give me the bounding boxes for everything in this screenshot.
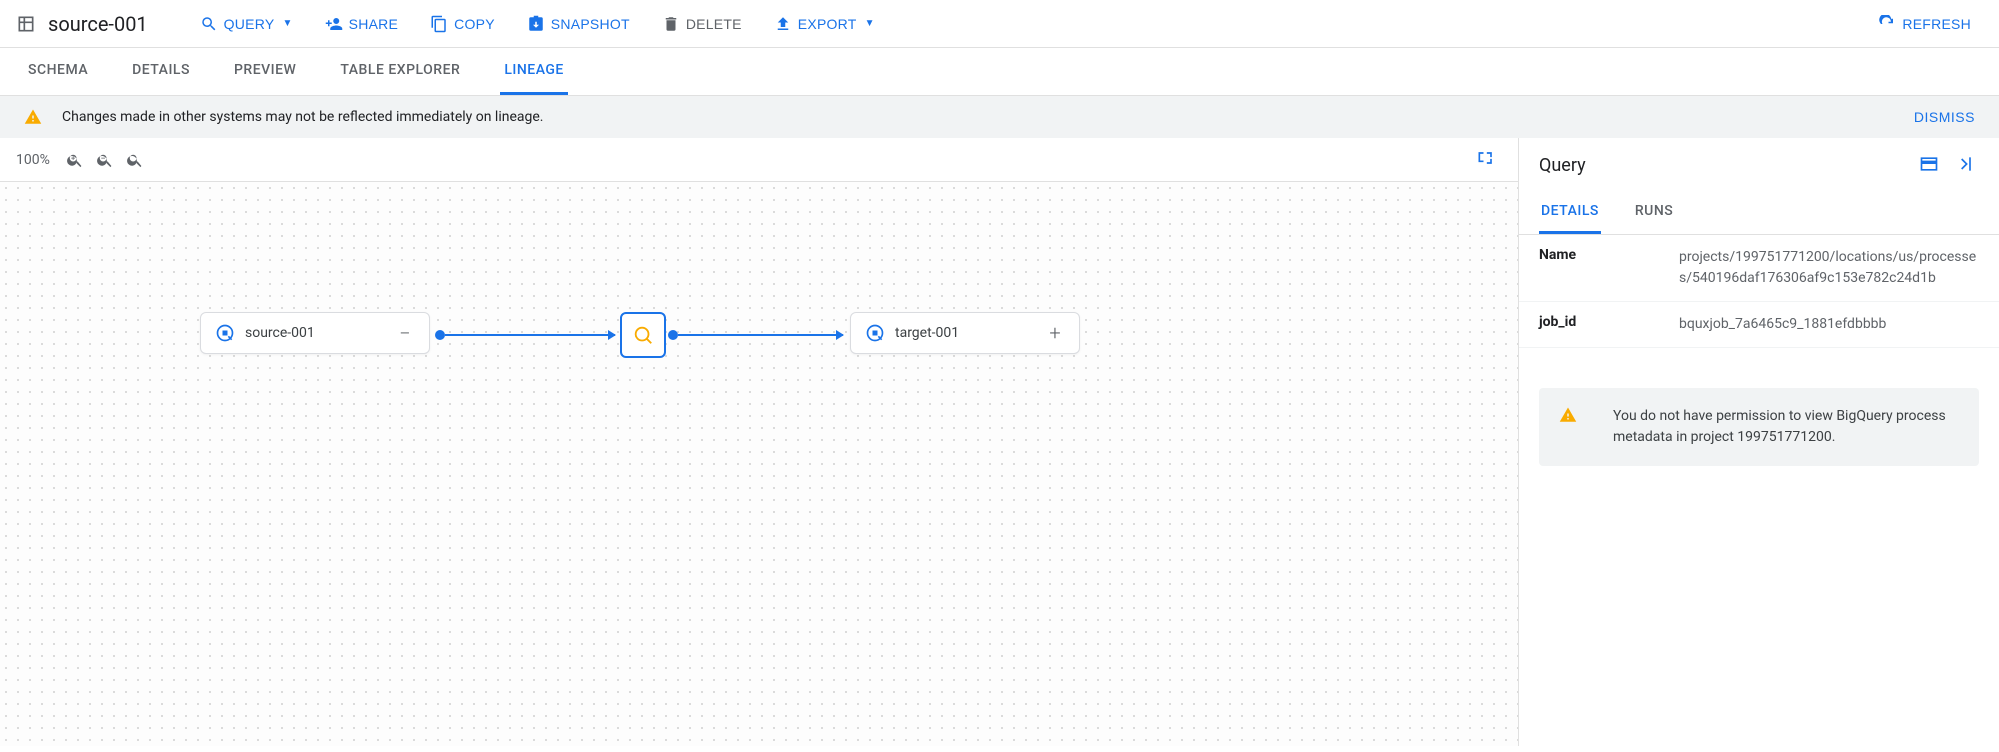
dismiss-button[interactable]: DISMISS	[1914, 109, 1975, 125]
person-add-icon	[325, 15, 343, 33]
lineage-edge	[678, 334, 843, 336]
lineage-process-node[interactable]	[620, 312, 666, 358]
dropdown-icon: ▼	[865, 18, 875, 29]
lineage-node-target[interactable]: target-001 +	[850, 312, 1080, 354]
connector-dot	[435, 330, 445, 340]
snapshot-button[interactable]: SNAPSHOT	[515, 9, 642, 39]
dock-icon	[1919, 154, 1939, 174]
fullscreen-icon	[1476, 148, 1496, 168]
lineage-node-source[interactable]: source-001 −	[200, 312, 430, 354]
lineage-canvas[interactable]: source-001 − target-001 +	[0, 182, 1518, 746]
bigquery-process-icon	[632, 324, 654, 346]
expand-icon[interactable]: +	[1045, 323, 1065, 343]
detail-row-name: Name projects/199751771200/locations/us/…	[1519, 235, 1999, 302]
detail-key: job_id	[1539, 314, 1679, 335]
export-icon	[774, 15, 792, 33]
tab-details[interactable]: DETAILS	[128, 48, 194, 95]
export-label: EXPORT	[798, 16, 857, 32]
header-bar: source-001 QUERY ▼ SHARE COPY SNAPSHOT D…	[0, 0, 1999, 48]
tab-preview[interactable]: PREVIEW	[230, 48, 300, 95]
node-label: source-001	[245, 325, 385, 341]
copy-button[interactable]: COPY	[418, 9, 507, 39]
zoom-toolbar: 100%	[0, 138, 1518, 182]
collapse-icon[interactable]: −	[395, 323, 415, 343]
delete-label: DELETE	[686, 16, 742, 32]
collapse-panel-button[interactable]	[1951, 150, 1979, 181]
zoom-in-icon[interactable]	[66, 151, 84, 169]
info-banner: Changes made in other systems may not be…	[0, 96, 1999, 138]
detail-row-job-id: job_id bquxjob_7a6465c9_1881efdbbbb	[1519, 302, 1999, 348]
node-label: target-001	[895, 325, 1035, 341]
detail-value: bquxjob_7a6465c9_1881efdbbbb	[1679, 314, 1979, 335]
sidebar-title: Query	[1539, 155, 1907, 176]
sidebar-tab-details[interactable]: DETAILS	[1539, 193, 1601, 234]
zoom-out-icon[interactable]	[96, 151, 114, 169]
dock-button[interactable]	[1915, 150, 1943, 181]
banner-message: Changes made in other systems may not be…	[62, 109, 544, 125]
bigquery-icon	[215, 323, 235, 343]
zoom-reset-icon[interactable]	[126, 151, 144, 169]
page-title: source-001	[48, 12, 148, 36]
search-icon	[200, 15, 218, 33]
copy-icon	[430, 15, 448, 33]
query-button[interactable]: QUERY ▼	[188, 9, 305, 39]
toolbar: QUERY ▼ SHARE COPY SNAPSHOT DELETE EXPOR…	[188, 9, 1983, 39]
warning-icon	[24, 108, 42, 126]
tab-lineage[interactable]: LINEAGE	[500, 48, 568, 95]
sidebar-tab-runs[interactable]: RUNS	[1633, 193, 1675, 234]
copy-label: COPY	[454, 16, 495, 32]
refresh-label: REFRESH	[1902, 16, 1971, 32]
detail-key: Name	[1539, 247, 1679, 289]
lineage-edge	[445, 334, 615, 336]
refresh-button[interactable]: REFRESH	[1866, 9, 1983, 39]
zoom-level: 100%	[16, 152, 50, 168]
snapshot-icon	[527, 15, 545, 33]
table-icon	[16, 14, 36, 34]
main-tabs: SCHEMA DETAILS PREVIEW TABLE EXPLORER LI…	[0, 48, 1999, 96]
fullscreen-button[interactable]	[1470, 144, 1502, 175]
bigquery-icon	[865, 323, 885, 343]
tab-schema[interactable]: SCHEMA	[24, 48, 92, 95]
chevron-right-bar-icon	[1955, 154, 1975, 174]
lineage-canvas-wrap: 100% source-001 −	[0, 138, 1519, 746]
refresh-icon	[1878, 15, 1896, 33]
share-label: SHARE	[349, 16, 398, 32]
query-label: QUERY	[224, 16, 275, 32]
warning-icon	[1559, 406, 1577, 424]
main-content: 100% source-001 −	[0, 138, 1999, 746]
export-button[interactable]: EXPORT ▼	[762, 9, 887, 39]
sidebar-header: Query	[1519, 138, 1999, 193]
sidebar-tabs: DETAILS RUNS	[1519, 193, 1999, 235]
trash-icon	[662, 15, 680, 33]
connector-dot	[668, 330, 678, 340]
permission-message: You do not have permission to view BigQu…	[1613, 406, 1959, 448]
tab-table-explorer[interactable]: TABLE EXPLORER	[336, 48, 464, 95]
delete-button[interactable]: DELETE	[650, 9, 754, 39]
permission-warning: You do not have permission to view BigQu…	[1539, 388, 1979, 466]
snapshot-label: SNAPSHOT	[551, 16, 630, 32]
share-button[interactable]: SHARE	[313, 9, 410, 39]
details-sidebar: Query DETAILS RUNS Name projects/1997517…	[1519, 138, 1999, 746]
dropdown-icon: ▼	[282, 18, 292, 29]
detail-value: projects/199751771200/locations/us/proce…	[1679, 247, 1979, 289]
